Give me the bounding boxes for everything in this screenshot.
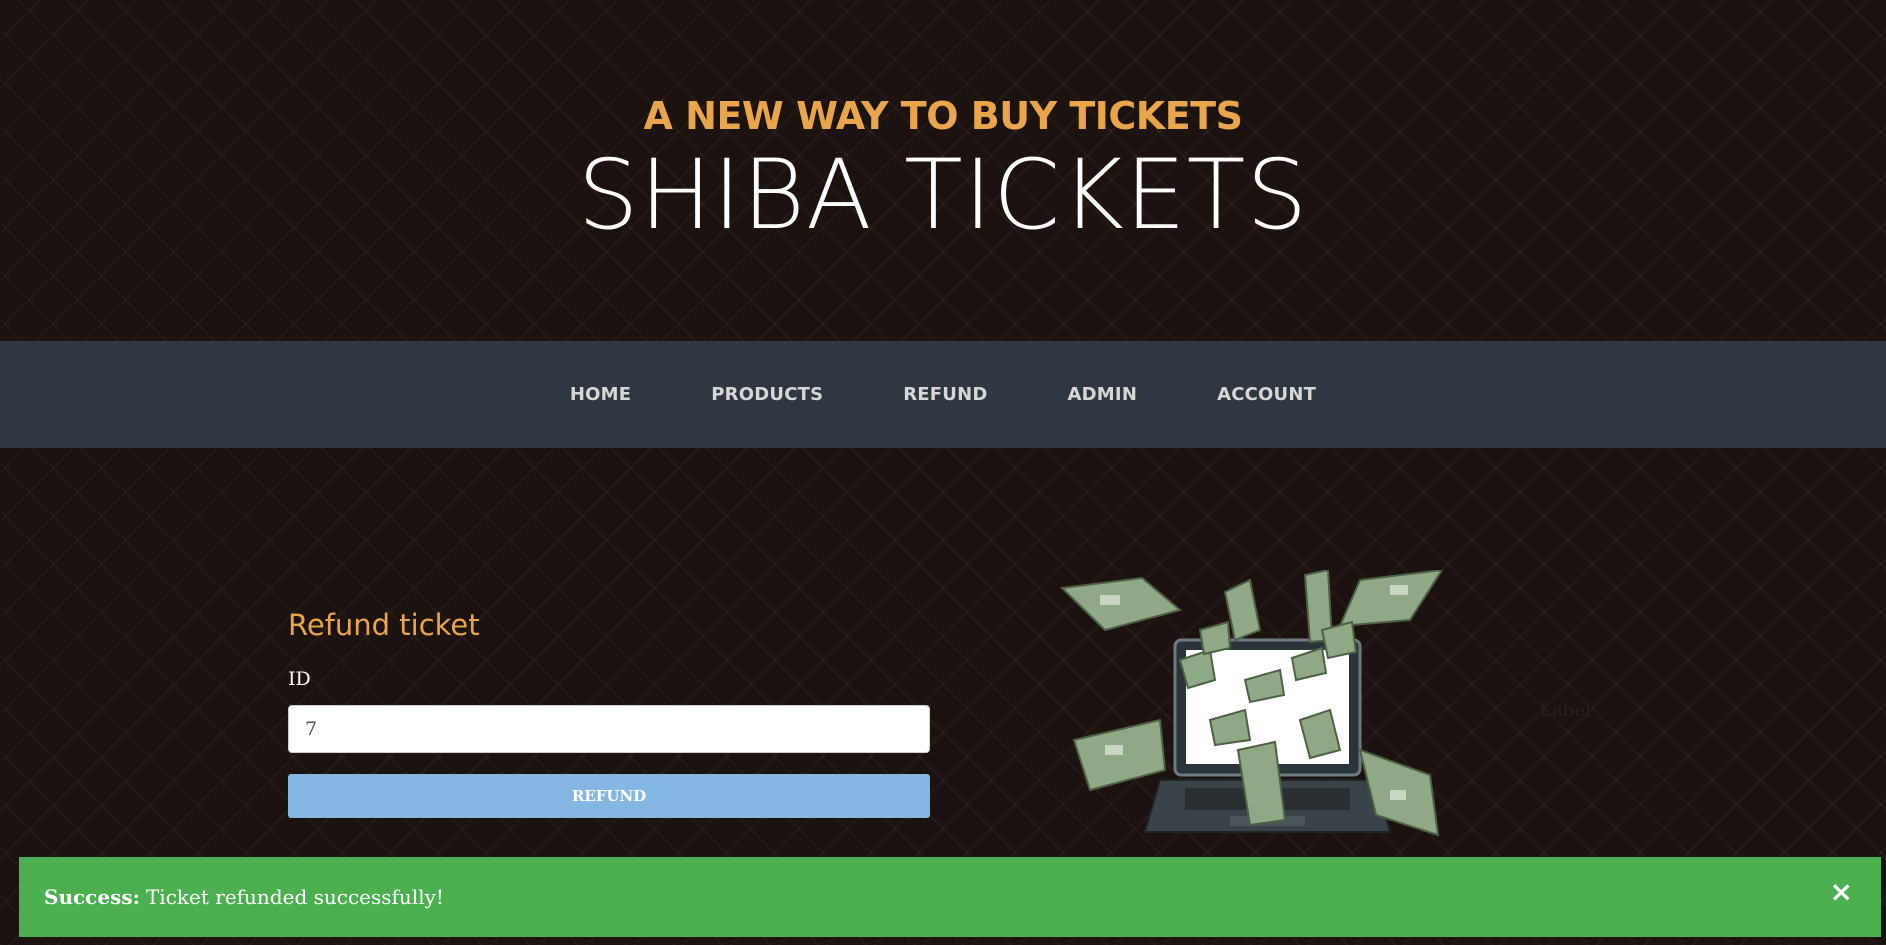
alert-strong: Success: xyxy=(44,885,140,909)
nav-item-admin[interactable]: ADMIN xyxy=(1068,384,1138,405)
faint-label: Label xyxy=(1540,700,1591,721)
refund-button[interactable]: REFUND xyxy=(288,774,930,818)
tagline: A NEW WAY TO BUY TICKETS xyxy=(643,94,1243,138)
close-icon[interactable]: × xyxy=(1830,875,1853,908)
nav-item-account[interactable]: ACCOUNT xyxy=(1217,384,1316,405)
nav-item-refund[interactable]: REFUND xyxy=(903,384,987,405)
id-label: ID xyxy=(288,668,311,690)
brand-title: SHIBA TICKETS xyxy=(577,139,1309,251)
id-input[interactable] xyxy=(288,705,930,753)
nav-item-products[interactable]: PRODUCTS xyxy=(711,384,823,405)
nav-item-home[interactable]: HOME xyxy=(570,384,631,405)
main-nav: HOME PRODUCTS REFUND ADMIN ACCOUNT xyxy=(0,341,1886,448)
laptop-money-icon xyxy=(1060,570,1444,837)
alert-message: Ticket refunded successfully! xyxy=(145,885,444,909)
hero-header: A NEW WAY TO BUY TICKETS SHIBA TICKETS xyxy=(0,0,1886,341)
refund-title: Refund ticket xyxy=(288,608,480,642)
success-alert: Success: Ticket refunded successfully! × xyxy=(19,857,1881,937)
